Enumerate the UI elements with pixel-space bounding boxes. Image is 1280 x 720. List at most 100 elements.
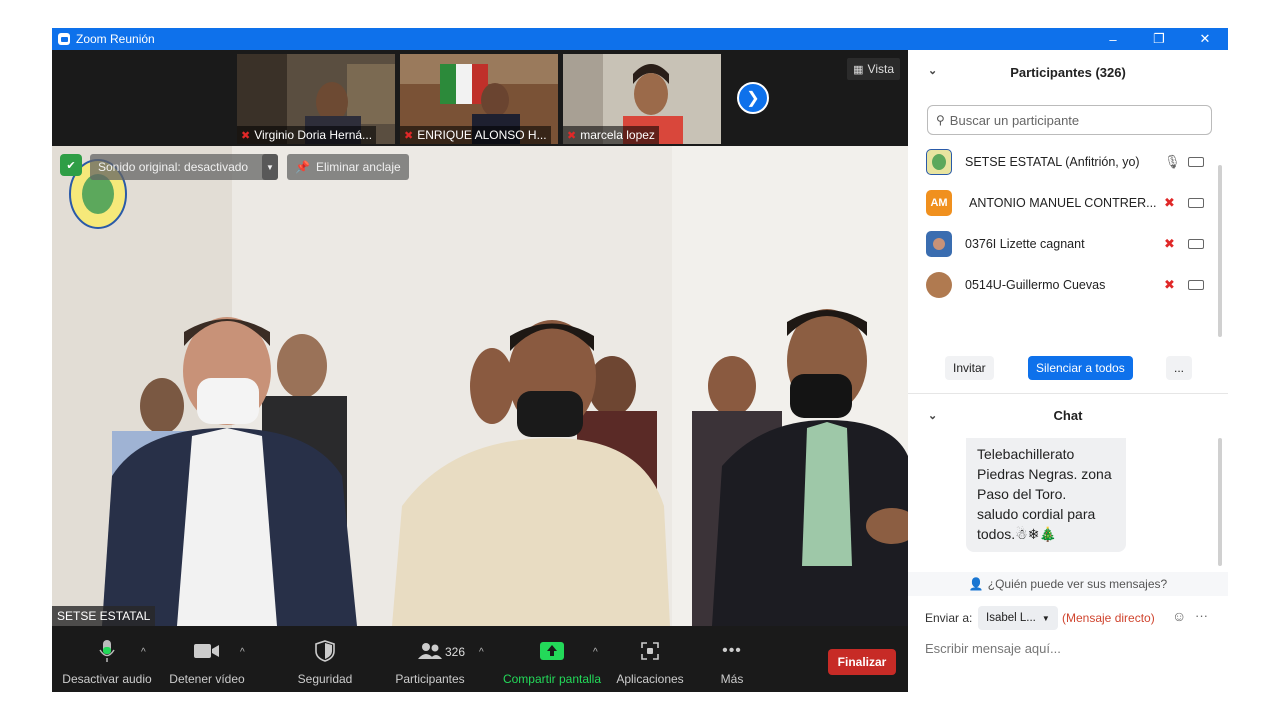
mute-all-button[interactable]: Silenciar a todos [1028, 356, 1133, 380]
more-actions-button[interactable]: ... [1166, 356, 1193, 380]
participant-row[interactable]: 0514U-Guillermo Cuevas ✖ [908, 264, 1218, 305]
more-dots-icon: ••• [722, 642, 742, 659]
mic-muted-icon: ✖ [241, 129, 251, 142]
recipient-dropdown[interactable]: Isabel L... ▼ [978, 606, 1058, 630]
chevron-down-icon[interactable]: ⌄ [928, 409, 937, 422]
participants-label: Participantes [395, 672, 465, 686]
participant-row[interactable]: AM ANTONIO MANUEL CONTRER... ✖ [908, 182, 1218, 223]
zoom-window: Zoom Reunión – ❐ ✕ ✖ Virginio Doria Herná… [52, 28, 1228, 692]
video-tile[interactable]: ✖ Virginio Doria Herná... [237, 54, 395, 144]
participant-name: 0376I Lizette cagnant [965, 236, 1085, 251]
filmstrip: ✖ Virginio Doria Herná... ✖ ENRIQUE ALONSO… [52, 50, 908, 146]
restore-button[interactable]: ❐ [1136, 28, 1182, 50]
view-button[interactable]: ▦ Vista [847, 58, 900, 80]
chevron-down-icon[interactable]: ⌄ [928, 64, 937, 77]
more-dots-icon[interactable]: ··· [1195, 608, 1208, 623]
video-area: ✖ Virginio Doria Herná... ✖ ENRIQUE ALONSO… [52, 50, 908, 692]
search-placeholder: Buscar un participante [949, 112, 1080, 128]
participants-options-caret[interactable]: ^ [479, 647, 484, 658]
who-can-see-link[interactable]: 👤 ¿Quién puede ver sus mensajes? [908, 572, 1228, 596]
chat-message-line: todos.☃❄🎄 [977, 526, 1057, 542]
mute-audio-button[interactable]: Desactivar audio [60, 626, 154, 692]
security-button[interactable]: Seguridad [290, 626, 360, 692]
main-video[interactable]: ✔ Sonido original: desactivado ▼ 📌 Elimi… [52, 146, 908, 626]
apps-icon [641, 638, 659, 664]
chat-message: Telebachillerato Piedras Negras. zona Pa… [966, 438, 1126, 552]
mic-muted-icon: ✖ [404, 129, 414, 142]
chat-title: Chat [1053, 407, 1083, 423]
video-options-caret[interactable]: ^ [240, 647, 245, 658]
video-camera-icon[interactable] [1188, 279, 1204, 290]
mic-muted-icon[interactable]: ✖ [1164, 277, 1175, 293]
original-sound-caret[interactable]: ▼ [262, 154, 278, 180]
stop-video-label: Detener vídeo [169, 672, 245, 686]
participants-title: Participantes (326) [1010, 64, 1126, 80]
chat-scrollbar[interactable] [1218, 438, 1222, 566]
divider [908, 393, 1228, 394]
next-page-button[interactable]: ❯ [737, 82, 769, 114]
participants-button[interactable]: Participantes [390, 626, 470, 692]
direct-message-label: (Mensaje directo) [1062, 611, 1155, 625]
mic-muted-icon[interactable]: ✖ [1164, 195, 1175, 211]
share-screen-icon [540, 638, 564, 664]
video-camera-icon[interactable] [1188, 156, 1204, 167]
avatar [926, 230, 952, 257]
mic-muted-icon: ✖ [567, 129, 577, 142]
close-button[interactable]: ✕ [1182, 28, 1228, 50]
avatar: AM [926, 189, 952, 216]
participants-icon [417, 638, 443, 664]
view-label: Vista [867, 62, 894, 76]
chat-compose-input[interactable]: Escribir mensaje aquí... [925, 636, 1215, 660]
chat-message-line: Piedras Negras. zona [977, 466, 1112, 482]
person-lock-icon: 👤 [968, 577, 984, 591]
share-options-caret[interactable]: ^ [593, 647, 598, 658]
who-can-see-label: ¿Quién puede ver sus mensajes? [987, 577, 1168, 591]
stop-video-button[interactable]: Detener vídeo [166, 626, 248, 692]
participant-row[interactable]: 0376I Lizette cagnant ✖ [908, 223, 1218, 264]
speaker-name-tag: SETSE ESTATAL [52, 606, 156, 626]
video-camera-icon[interactable] [1188, 238, 1204, 249]
more-button[interactable]: ••• Más [712, 626, 752, 692]
chat-message-line: Telebachillerato [977, 446, 1075, 462]
participant-search-input[interactable]: ⚲ Buscar un participante [927, 105, 1212, 135]
share-screen-label: Compartir pantalla [502, 672, 602, 686]
video-camera-icon[interactable] [1188, 197, 1204, 208]
participant-list-scrollbar[interactable] [1218, 165, 1224, 337]
original-sound-dropdown[interactable]: Sonido original: desactivado [90, 154, 278, 180]
apps-label: Aplicaciones [616, 672, 684, 686]
tile-name: ✖ ENRIQUE ALONSO H... [400, 126, 551, 144]
video-tile[interactable]: ✖ ENRIQUE ALONSO H... [400, 54, 558, 144]
emoji-icon[interactable]: ☺ [1172, 608, 1186, 624]
speaker-video [52, 146, 908, 626]
mute-audio-label: Desactivar audio [62, 672, 152, 686]
recipient-name: Isabel L... [986, 612, 1036, 624]
avatar [926, 148, 952, 175]
pin-icon: 📌 [295, 160, 310, 174]
chat-message-line: saludo cordial para [977, 506, 1096, 522]
audio-options-caret[interactable]: ^ [141, 647, 146, 658]
participant-row[interactable]: SETSE ESTATAL (Anfitrión, yo) 🎙 [908, 141, 1218, 182]
tile-name: ✖ marcela lopez [563, 126, 659, 144]
window-title: Zoom Reunión [76, 32, 155, 46]
tile-name-text: ENRIQUE ALONSO H... [417, 128, 547, 142]
chevron-right-icon: ❯ [746, 90, 760, 107]
microphone-icon[interactable]: 🎙 [1164, 154, 1181, 170]
send-to-label: Enviar a: [925, 611, 973, 625]
zoom-app-icon [58, 33, 70, 45]
minimize-button[interactable]: – [1090, 28, 1136, 50]
unpin-button[interactable]: 📌 Eliminar anclaje [287, 154, 409, 180]
title-bar: Zoom Reunión – ❐ ✕ [52, 28, 1228, 50]
apps-button[interactable]: Aplicaciones [614, 626, 686, 692]
chevron-down-icon: ▼ [1041, 613, 1050, 623]
video-tile[interactable]: ✖ marcela lopez [563, 54, 721, 144]
avatar [926, 271, 952, 298]
search-icon: ⚲ [936, 113, 945, 127]
end-meeting-button[interactable]: Finalizar [828, 649, 896, 675]
invite-button[interactable]: Invitar [945, 356, 994, 380]
encryption-shield-icon[interactable]: ✔ [60, 154, 82, 176]
meeting-toolbar: Desactivar audio ^ Detener vídeo ^ Segur… [52, 626, 908, 692]
mic-muted-icon[interactable]: ✖ [1164, 236, 1175, 252]
shield-icon [315, 638, 335, 664]
participants-header: ⌄ Participantes (326) [908, 50, 1228, 94]
share-screen-button[interactable]: Compartir pantalla [500, 626, 604, 692]
